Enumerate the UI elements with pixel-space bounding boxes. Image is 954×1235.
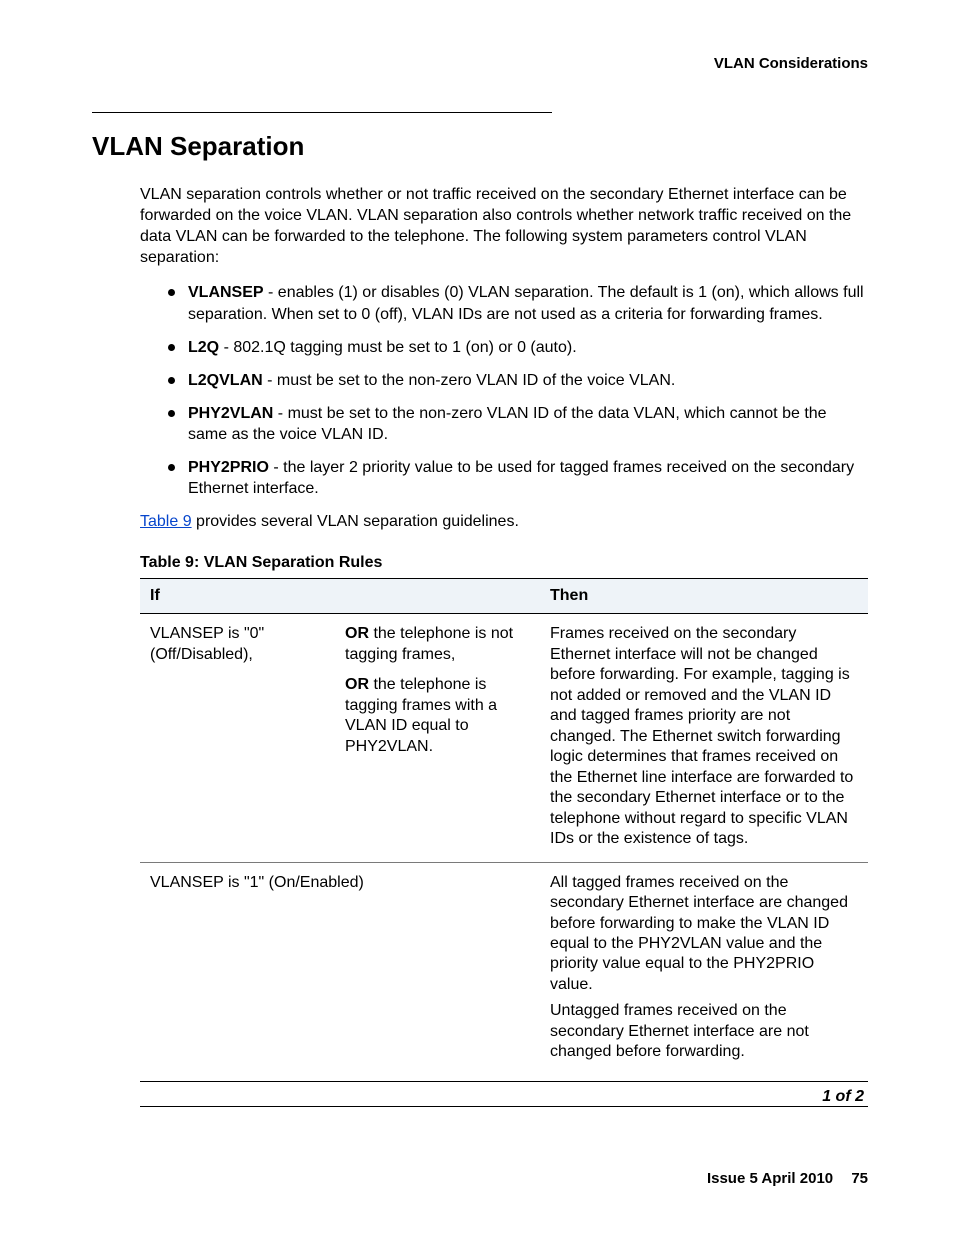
param-desc: - the layer 2 priority value to be used …: [188, 459, 854, 497]
list-item: VLANSEP - enables (1) or disables (0) VL…: [168, 282, 868, 324]
cell-if-b: OR the telephone is not tagging frames, …: [335, 614, 540, 862]
param-desc: - enables (1) or disables (0) VLAN separ…: [188, 284, 864, 322]
param-name: L2Q: [188, 339, 219, 356]
col-header-then: Then: [540, 579, 868, 614]
or-keyword: OR: [345, 625, 369, 642]
table-row: VLANSEP is "0" (Off/Disabled), OR the te…: [140, 614, 868, 862]
cell-then: All tagged frames received on the second…: [540, 862, 868, 1081]
then-p2: Untagged frames received on the secondar…: [550, 1001, 858, 1062]
body-content: VLAN separation controls whether or not …: [140, 184, 868, 1107]
page: VLAN Considerations VLAN Separation VLAN…: [0, 0, 954, 1235]
param-name: VLANSEP: [188, 284, 264, 301]
heading-rule: [92, 112, 552, 113]
or-keyword: OR: [345, 676, 369, 693]
param-desc: - must be set to the non-zero VLAN ID of…: [263, 372, 676, 389]
table-caption: Table 9: VLAN Separation Rules: [140, 554, 868, 572]
table-9-link[interactable]: Table 9: [140, 513, 192, 530]
page-footer: Issue 5 April 2010 75: [707, 1170, 868, 1187]
table-row: VLANSEP is "1" (On/Enabled) All tagged f…: [140, 862, 868, 1081]
section-title: VLAN Separation: [92, 131, 868, 162]
param-name: PHY2VLAN: [188, 405, 273, 422]
cell-then: Frames received on the secondary Etherne…: [540, 614, 868, 862]
footer-issue-date: Issue 5 April 2010: [707, 1170, 833, 1187]
running-head: VLAN Considerations: [92, 55, 868, 72]
cell-if-a: VLANSEP is "1" (On/Enabled): [140, 862, 540, 1081]
param-name: L2QVLAN: [188, 372, 263, 389]
footer-page-number: 75: [851, 1170, 868, 1187]
then-p1: All tagged frames received on the second…: [550, 873, 858, 996]
xref-tail: provides several VLAN separation guideli…: [192, 513, 519, 530]
parameter-list: VLANSEP - enables (1) or disables (0) VL…: [168, 282, 868, 499]
vlan-separation-rules-table: If Then VLANSEP is "0" (Off/Disabled), O…: [140, 578, 868, 1081]
xref-paragraph: Table 9 provides several VLAN separation…: [140, 511, 868, 532]
or-clause: the telephone is not tagging frames,: [345, 625, 513, 662]
param-desc: - 802.1Q tagging must be set to 1 (on) o…: [219, 339, 577, 356]
list-item: PHY2VLAN - must be set to the non-zero V…: [168, 403, 868, 445]
intro-paragraph: VLAN separation controls whether or not …: [140, 184, 868, 268]
param-name: PHY2PRIO: [188, 459, 269, 476]
param-desc: - must be set to the non-zero VLAN ID of…: [188, 405, 827, 443]
cell-if-a: VLANSEP is "0" (Off/Disabled),: [140, 614, 335, 862]
col-header-if: If: [140, 579, 540, 614]
list-item: L2Q - 802.1Q tagging must be set to 1 (o…: [168, 337, 868, 358]
table-pager: 1 of 2: [140, 1082, 868, 1107]
list-item: PHY2PRIO - the layer 2 priority value to…: [168, 457, 868, 499]
list-item: L2QVLAN - must be set to the non-zero VL…: [168, 370, 868, 391]
